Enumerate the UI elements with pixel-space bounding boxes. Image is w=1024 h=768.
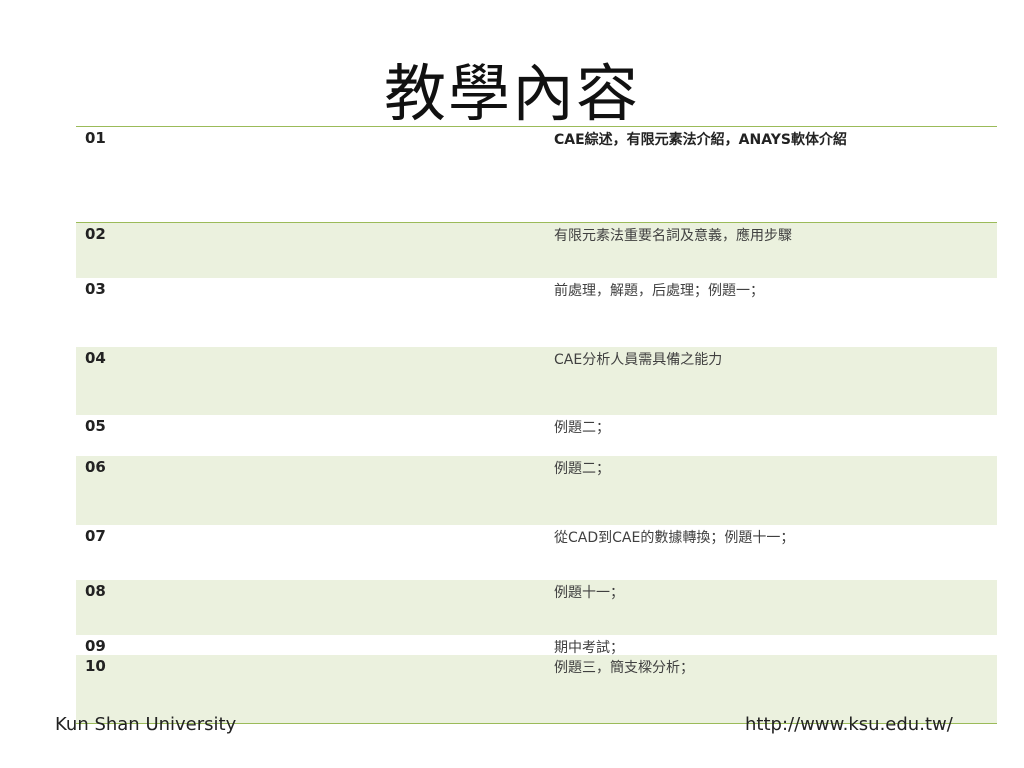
page-title: 教學內容 (383, 57, 640, 130)
schedule-table: 01 CAE綜述，有限元素法介紹，ANAYS軟体介紹 02 有限元素法重要名詞及… (76, 126, 997, 723)
table-row: 03 前處理，解題，后處理；例題一； (76, 278, 997, 347)
row-number: 04 (85, 349, 106, 367)
row-number: 08 (85, 582, 106, 600)
row-content: 例題二； (554, 461, 610, 477)
row-number: 05 (85, 417, 106, 435)
footer-university: Kun Shan University (55, 714, 237, 735)
row-content: CAE分析人員需具備之能力 (554, 352, 723, 368)
row-content: 例題三，簡支樑分析； (554, 660, 694, 676)
row-content: 有限元素法重要名詞及意義，應用步驟 (554, 228, 792, 244)
table-row: 05 例題二； (76, 415, 997, 456)
table-row: 04 CAE分析人員需具備之能力 (76, 347, 997, 415)
table-row: 10 例題三，簡支樑分析； (76, 655, 997, 723)
row-number: 07 (85, 527, 106, 545)
table-row: 01 CAE綜述，有限元素法介紹，ANAYS軟体介紹 (76, 127, 997, 222)
table-row: 09 期中考試； (76, 635, 997, 656)
table-row: 06 例題二； (76, 456, 997, 525)
row-content: 期中考試； (554, 640, 624, 656)
footer-url[interactable]: http://www.ksu.edu.tw/ (745, 714, 953, 735)
row-number: 09 (85, 637, 106, 655)
row-content: CAE綜述，有限元素法介紹，ANAYS軟体介紹 (554, 132, 847, 148)
row-content: 例題二； (554, 420, 610, 436)
table-row: 07 從CAD到CAE的數據轉換；例題十一； (76, 525, 997, 580)
row-number: 06 (85, 458, 106, 476)
row-content: 從CAD到CAE的數據轉換；例題十一； (554, 530, 795, 546)
table-row: 08 例題十一； (76, 580, 997, 635)
row-content: 前處理，解題，后處理；例題一； (554, 283, 764, 299)
row-number: 02 (85, 225, 106, 243)
row-content: 例題十一； (554, 585, 624, 601)
table-row: 02 有限元素法重要名詞及意義，應用步驟 (76, 222, 997, 278)
row-number: 01 (85, 129, 106, 147)
row-number: 03 (85, 280, 106, 298)
row-number: 10 (85, 657, 106, 675)
